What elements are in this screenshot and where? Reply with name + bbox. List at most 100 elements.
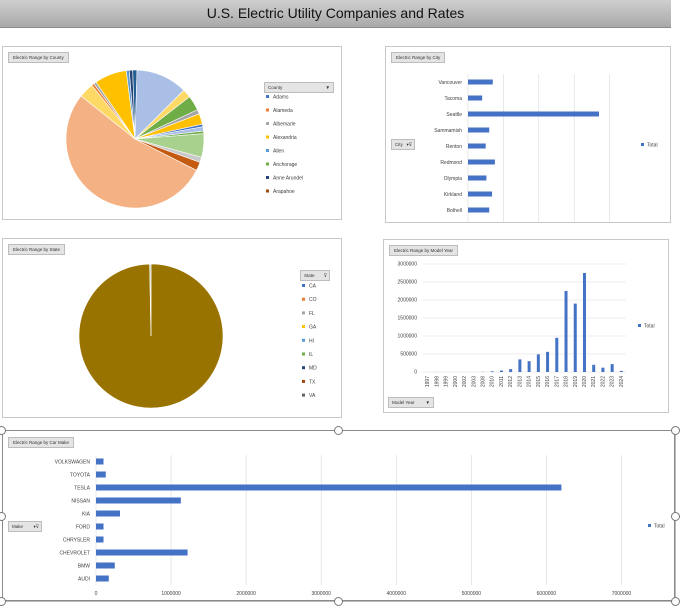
bar <box>555 337 559 372</box>
y-tick-label: AUDI <box>78 577 90 583</box>
make-chart-panel[interactable]: Electric Range by Car Make Make ▾⊽ 0 1000… <box>2 430 676 602</box>
legend-label: TX <box>309 379 316 385</box>
legend-label: Alexandria <box>273 135 297 141</box>
legend-label: Adams <box>273 95 289 101</box>
bar <box>490 371 494 372</box>
y-tick-label: NISSAN <box>71 499 90 505</box>
state-chart-panel[interactable]: Electric Range by State State ⊽ CA CO FL GA… <box>2 238 342 418</box>
legend-label: FL <box>309 311 315 317</box>
legend-label: Anchorage <box>273 162 297 168</box>
legend-label: Allen <box>273 149 284 155</box>
legend-swatch <box>302 325 305 329</box>
county-legend: Adams Alameda Albemarle Alexandria Allen Anch… <box>266 95 303 195</box>
resize-handle-middle-right[interactable] <box>671 512 680 521</box>
model-year-chart-panel[interactable]: Electric Range by Model Year 0 500000 1000… <box>383 239 669 413</box>
x-tick-label: 2002 <box>462 376 468 387</box>
legend-label: HI <box>309 338 314 344</box>
x-tick-label: 2023 <box>610 376 616 387</box>
state-legend-dropdown[interactable]: State ⊽ <box>300 270 330 281</box>
model-year-bar-chart: 0 500000 1000000 1500000 2000000 2500000 30000… <box>398 262 655 388</box>
bar <box>96 471 106 478</box>
x-tick-label: 2021 <box>591 376 597 387</box>
x-tick-label: 2013 <box>517 376 523 387</box>
bar <box>592 364 596 372</box>
bar <box>468 95 483 101</box>
bar <box>96 575 109 582</box>
legend-swatch <box>266 108 269 112</box>
x-tick-label: 2024 <box>619 376 625 387</box>
y-tick-label: Olympia <box>444 176 463 182</box>
bar <box>96 523 104 530</box>
x-tick-label: 2022 <box>600 376 606 387</box>
legend-swatch <box>266 135 269 139</box>
resize-handle-top-center[interactable] <box>334 426 343 435</box>
x-tick-label: 2014 <box>527 376 533 387</box>
x-tick-label: 2003 <box>471 376 477 387</box>
y-tick-label: FORD <box>76 525 91 531</box>
resize-handle-bottom-left[interactable] <box>0 597 6 606</box>
y-tick-label: Renton <box>446 144 462 150</box>
legend-swatch <box>302 393 305 397</box>
bar <box>509 369 513 372</box>
x-tick-label: 2008 <box>480 376 486 387</box>
legend-swatch <box>302 284 305 287</box>
bar <box>96 562 115 569</box>
y-tick-label: Sammamish <box>434 128 462 134</box>
y-tick-label: BMW <box>78 564 91 570</box>
bar <box>601 367 605 372</box>
legend-swatch <box>302 352 305 356</box>
x-tick-label: 2015 <box>536 376 542 387</box>
city-chart-panel[interactable]: Electric Range by City City ▾⊽ 050000010… <box>385 46 671 223</box>
state-pie-chart <box>78 263 224 409</box>
x-tick-label: 7000000 <box>612 591 632 597</box>
county-legend-dropdown[interactable]: County ▼ <box>264 82 334 93</box>
x-tick-label: 6000000 <box>537 591 557 597</box>
bar <box>527 361 531 372</box>
y-tick-label: Tacoma <box>444 96 462 102</box>
bar <box>96 536 104 543</box>
resize-handle-bottom-right[interactable] <box>671 597 680 606</box>
bar <box>468 175 487 181</box>
x-tick-label: 2019 <box>573 376 579 387</box>
x-tick-label: 2010 <box>490 376 496 387</box>
resize-handle-bottom-center[interactable] <box>334 597 343 606</box>
bar <box>468 191 493 197</box>
bar <box>468 159 495 165</box>
chevron-down-icon: ▼ <box>325 85 330 90</box>
legend-swatch <box>648 524 651 527</box>
legend-swatch <box>266 122 269 125</box>
chevron-down-icon: ▼ <box>425 400 430 405</box>
bar <box>619 370 623 372</box>
y-tick-label: 1000000 <box>398 334 418 340</box>
y-tick-label: CHRYSLER <box>63 538 91 544</box>
legend-swatch <box>638 324 641 327</box>
x-tick-label: 5000000 <box>462 591 482 597</box>
legend-label: Total <box>654 524 665 530</box>
x-tick-label: 2000 <box>453 376 459 387</box>
bar <box>564 291 568 372</box>
filter-icon: ⊽ <box>323 273 327 278</box>
state-legend-title: State <box>304 273 315 278</box>
y-tick-label: 500000 <box>400 352 417 358</box>
model-year-filter-button[interactable]: Model Year ▼ <box>388 397 434 408</box>
legend-swatch <box>266 95 269 98</box>
x-tick-label: 2016 <box>545 376 551 387</box>
x-tick-label: 4000000 <box>387 591 407 597</box>
legend-swatch <box>266 162 269 166</box>
title-bar: U.S. Electric Utility Companies and Rate… <box>0 0 671 28</box>
model-year-filter-label: Model Year <box>392 400 415 405</box>
county-chart-panel[interactable]: Electric Range by County County ▼ Adams A… <box>2 46 342 220</box>
bar <box>499 370 503 372</box>
legend-swatch <box>302 297 305 301</box>
resize-handle-top-right[interactable] <box>671 426 680 435</box>
y-tick-label: Kirkland <box>444 192 462 198</box>
x-tick-label: 2017 <box>554 376 560 387</box>
legend-label: Alameda <box>273 108 293 114</box>
legend-label: Albemarle <box>273 122 296 128</box>
county-legend-title: County <box>268 85 283 90</box>
bar <box>573 303 577 372</box>
y-tick-label: KIA <box>82 512 91 518</box>
y-tick-label: CHEVROLET <box>59 551 90 557</box>
bar <box>96 484 562 491</box>
y-tick-label: 2000000 <box>398 298 418 304</box>
